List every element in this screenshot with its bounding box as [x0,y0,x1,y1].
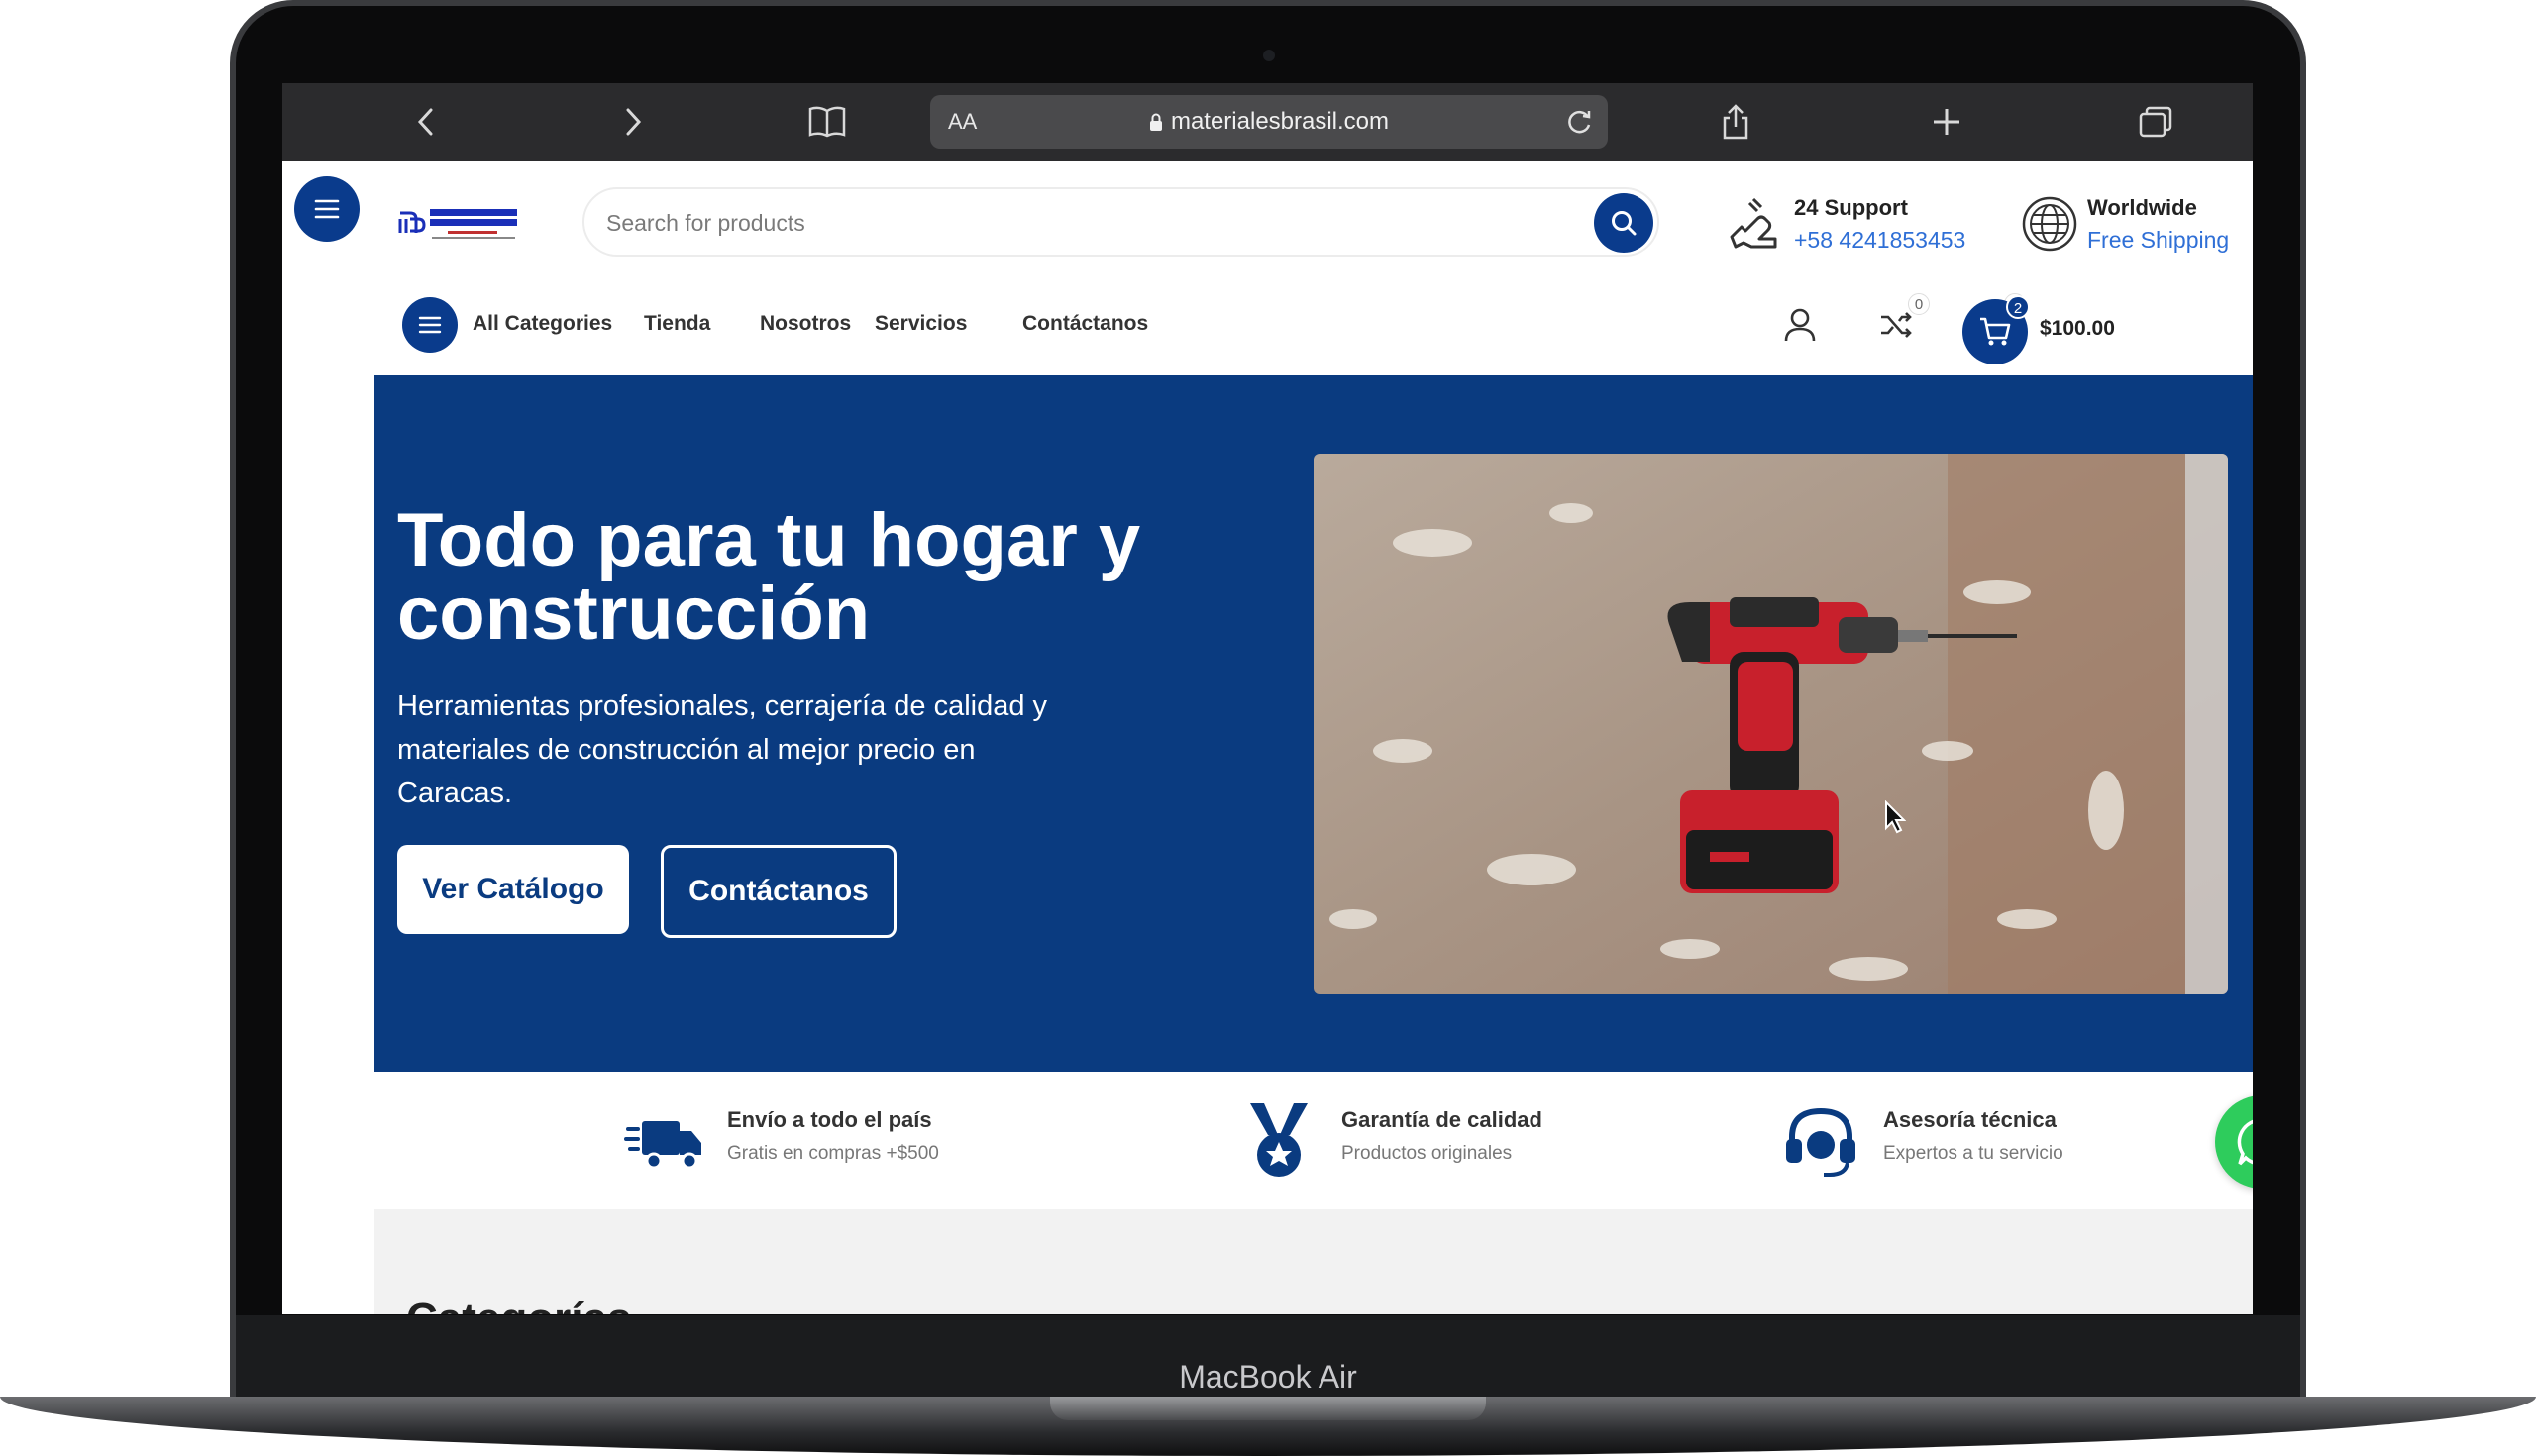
side-menu-button[interactable] [294,176,360,242]
account-icon[interactable] [1780,305,1820,345]
menu-icon [418,316,442,334]
url-display[interactable]: materialesbrasil.com [930,108,1608,136]
shipping-subtitle[interactable]: Free Shipping [2087,227,2229,254]
reload-icon[interactable] [1562,105,1596,139]
categories-section: Categorías [374,1209,2253,1314]
forward-icon[interactable] [608,97,658,147]
feature-support-subtitle: Expertos a tu servicio [1883,1143,2063,1164]
hero-title: Todo para tu hogar y construcción [397,498,1141,656]
compare-icon[interactable]: 0 [1876,293,1930,345]
feature-quality-title: Garantía de calidad [1341,1107,1542,1132]
new-tab-icon[interactable] [1922,97,1971,147]
hero-banner: Todo para tu hogar y construcción Herram… [374,375,2253,1072]
shipping-info[interactable]: Worldwide Free Shipping [2019,189,2253,259]
search-input[interactable] [606,205,1498,241]
device-label: MacBook Air [1179,1359,1357,1395]
search-bar [582,187,1659,257]
nav-link-nosotros[interactable]: Nosotros [760,312,851,336]
whatsapp-button[interactable] [2215,1095,2253,1189]
support-title: 24 Support [1794,195,1908,220]
tabs-icon[interactable] [2131,97,2180,147]
nav-link-tienda[interactable]: Tienda [644,312,710,336]
search-button[interactable] [1594,193,1653,253]
cart-total[interactable]: $100.00 [2040,317,2115,341]
back-icon[interactable] [401,97,451,147]
support-phone[interactable]: +58 4241853453 [1794,227,1965,254]
main-nav: All Categories Tienda Nosotros Servicios… [374,270,2253,375]
url-text: materialesbrasil.com [1170,108,1390,135]
section-title: Categorías [406,1295,631,1314]
feature-shipping-subtitle: Gratis en compras +$500 [727,1143,939,1164]
contact-button[interactable]: Contáctanos [661,845,897,938]
hero-subtitle: Herramientas profesionales, cerrajería d… [397,690,1048,809]
feature-quality-subtitle: Productos originales [1341,1143,1513,1164]
menu-icon [314,199,340,219]
view-catalog-button[interactable]: Ver Catálogo [397,845,629,934]
feature-shipping-title: Envío a todo el país [727,1107,932,1132]
support-hand-icon [1730,197,1777,249]
bookmarks-icon[interactable] [802,97,852,147]
medal-icon [1250,1103,1308,1177]
support-info[interactable]: 24 Support +58 4241853453 [1724,189,1981,259]
search-icon [1612,211,1637,236]
headset-icon [1786,1107,1855,1177]
all-categories-button[interactable] [402,297,458,353]
screen: AA materialesbrasil.com Search for produ… [282,83,2253,1314]
compare-count-badge: 0 [1908,293,1930,315]
nav-link-servicios[interactable]: Servicios [875,312,967,336]
mouse-cursor [1885,800,1906,834]
whatsapp-icon [2237,1119,2253,1166]
web-page: 24 Support +58 4241853453 Worldwide Free… [282,161,2253,1314]
globe-icon [2022,196,2077,252]
address-bar[interactable]: AA materialesbrasil.com [930,95,1608,149]
hero-drill-image [1314,454,2228,994]
camera [1263,50,1275,61]
laptop-notch [1050,1397,1486,1420]
feature-support-title: Asesoría técnica [1883,1107,2057,1132]
all-categories-label[interactable]: All Categories [473,312,612,336]
shipping-title: Worldwide [2087,195,2197,220]
site-logo[interactable] [398,203,521,243]
nav-link-contactanos[interactable]: Contáctanos [1022,312,1148,336]
cart-icon [1980,317,2011,346]
truck-icon [624,1121,701,1170]
features-band: Envío a todo el país Gratis en compras +… [374,1072,2253,1209]
cart-count-badge: 2 [2006,295,2030,319]
share-icon[interactable] [1711,97,1760,147]
lock-icon [1149,113,1162,131]
cart-button[interactable]: 2 [1962,295,2030,364]
browser-toolbar: AA materialesbrasil.com [282,83,2253,161]
